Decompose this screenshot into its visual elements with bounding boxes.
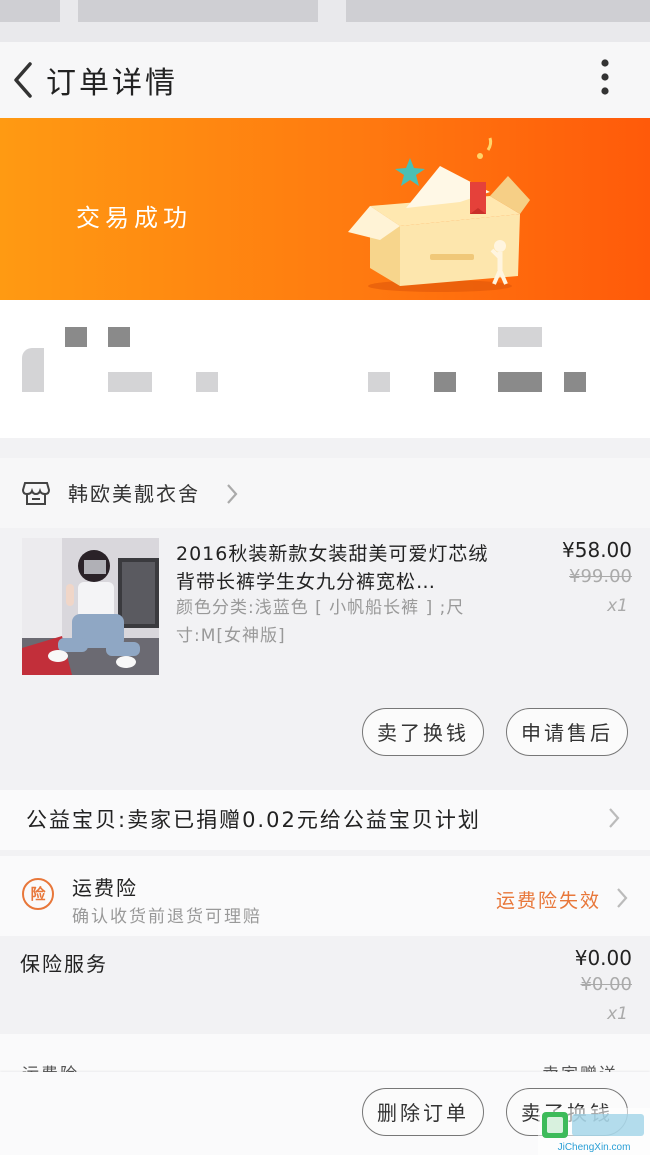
chevron-right-icon	[617, 888, 628, 908]
freight-insurance-subtitle: 确认收货前退货可理赔	[72, 907, 262, 927]
page-title: 订单详情	[46, 66, 178, 101]
product-thumbnail[interactable]	[22, 538, 159, 675]
open-box-illustration	[348, 137, 530, 292]
svg-text:JiChengXin.com: JiChengXin.com	[558, 1142, 631, 1153]
redacted-block	[108, 327, 130, 347]
redacted-block	[108, 372, 152, 392]
after-sales-button[interactable]: 申请售后	[506, 708, 628, 756]
resell-button[interactable]: 卖了换钱	[362, 708, 484, 756]
insurance-badge-icon: 险	[22, 878, 54, 910]
more-icon[interactable]	[590, 56, 620, 106]
order-status-text: 交易成功	[76, 204, 192, 232]
product-spec: 颜色分类:浅蓝色 [ 小帆船长裤 ] ;尺寸:M[女神版]	[176, 598, 465, 646]
status-bar-segment	[0, 0, 60, 22]
product-original-price: ¥99.00	[569, 566, 632, 587]
site-watermark-logo: JiChengXin.com	[538, 1108, 650, 1155]
status-bar	[0, 0, 650, 42]
freight-insurance-status: 运费险失效	[496, 890, 602, 912]
redacted-block	[65, 327, 87, 347]
redacted-block	[368, 372, 390, 392]
store-icon	[22, 482, 50, 505]
charity-row[interactable]: 公益宝贝:卖家已捐赠0.02元给公益宝贝计划	[0, 790, 650, 850]
redacted-block	[196, 372, 218, 392]
freight-insurance-row[interactable]: 险 运费险 确认收货前退货可理赔 运费险失效	[0, 856, 650, 936]
redacted-block	[434, 372, 456, 392]
insurance-service-row: 保险服务 ¥0.00 ¥0.00 x1	[0, 936, 650, 1034]
chevron-right-icon	[227, 484, 238, 504]
order-item[interactable]: 2016秋装新款女装甜美可爱灯芯绒背带长裤学生女九分裤宽松… 颜色分类:浅蓝色 …	[0, 528, 650, 773]
redacted-block	[498, 372, 542, 392]
chevron-right-icon	[609, 808, 620, 828]
shipping-address-card[interactable]	[0, 300, 650, 438]
store-row[interactable]: 韩欧美靓衣舍	[0, 458, 650, 528]
redacted-block	[498, 327, 542, 347]
delete-order-button[interactable]: 删除订单	[362, 1088, 484, 1136]
back-arrow-icon[interactable]	[6, 56, 42, 104]
product-title[interactable]: 2016秋装新款女装甜美可爱灯芯绒背带长裤学生女九分裤宽松…	[176, 540, 506, 596]
order-status-banner: 交易成功	[0, 118, 650, 300]
insurance-service-quantity: x1	[607, 1004, 628, 1024]
location-pin-icon	[22, 348, 44, 392]
redacted-block	[564, 372, 586, 392]
status-bar-segment	[346, 0, 650, 22]
status-bar-segment	[78, 0, 318, 22]
product-photo-image	[22, 538, 159, 675]
product-quantity: x1	[607, 596, 628, 616]
charity-text: 公益宝贝:卖家已捐赠0.02元给公益宝贝计划	[26, 808, 481, 832]
top-bar: 订单详情	[0, 42, 650, 118]
product-price: ¥58.00	[562, 538, 632, 562]
shipping-fee-row: 运费险 卖家赠送	[0, 1034, 650, 1074]
insurance-service-price: ¥0.00	[574, 946, 632, 970]
insurance-service-name: 保险服务	[20, 952, 108, 976]
insurance-service-original-price: ¥0.00	[580, 974, 632, 995]
freight-insurance-title: 运费险	[72, 876, 138, 900]
store-name: 韩欧美靓衣舍	[68, 482, 200, 506]
